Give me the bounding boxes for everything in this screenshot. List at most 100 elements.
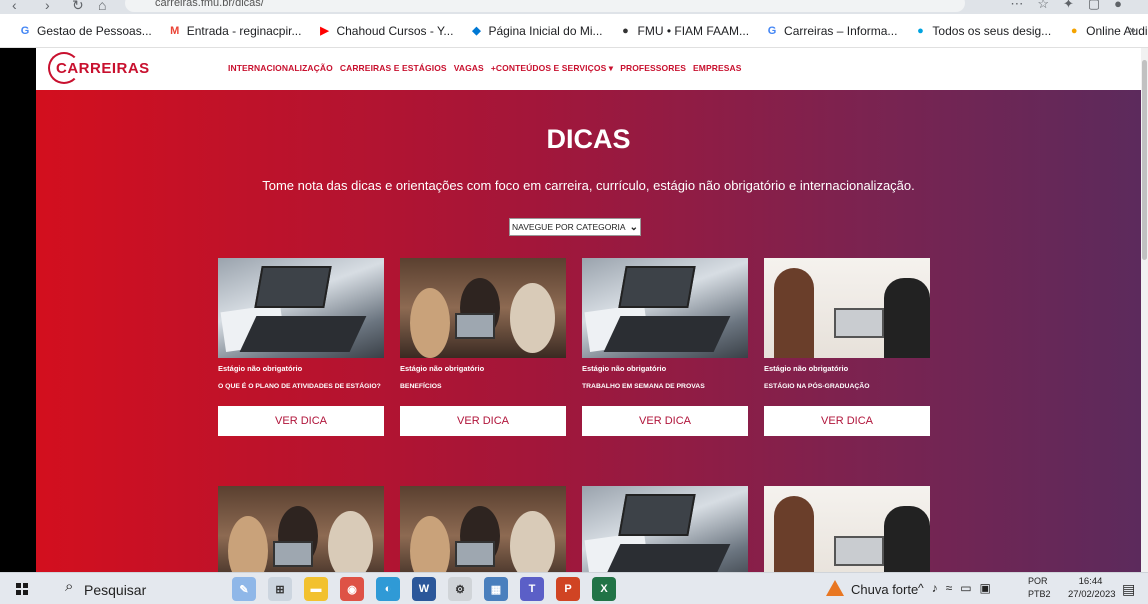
settings-gear-icon[interactable]: ⚙ (448, 577, 472, 601)
chrome-icon[interactable]: ◉ (340, 577, 364, 601)
card-image[interactable] (764, 258, 930, 358)
bookmark-label: Entrada - reginacpir... (186, 23, 302, 38)
dica-card (764, 486, 930, 572)
site-header: CARREIRAS INTERNACIONALIZAÇÃO CARREIRAS E… (36, 48, 1141, 90)
bookmark-favicon-icon: G (767, 24, 777, 37)
category-select-label: NAVEGUE POR CATEGORIA (512, 222, 626, 232)
page-scrollbar[interactable] (1141, 48, 1148, 572)
dica-card (582, 486, 748, 572)
card-image[interactable] (400, 486, 566, 572)
nav-link[interactable]: +CONTEÚDOS E SERVIÇOS ▾ (491, 63, 613, 74)
bookmark-label: FMU • FIAM FAAM... (637, 23, 750, 38)
reload-icon[interactable]: ↻ (72, 0, 84, 14)
card-title: BENEFÍCIOS (400, 383, 442, 390)
browser-toolbar: ‹ › ↻ ⌂ carreiras.fmu.br/dicas/ ⋯☆✦▢● (0, 0, 1148, 14)
card-title: O QUE É O PLANO DE ATIVIDADES DE ESTÁGIO… (218, 383, 381, 390)
card-image[interactable] (582, 258, 748, 358)
bookmark-label: Carreiras – Informa... (784, 23, 898, 38)
bookmark-favicon-icon: ● (917, 24, 924, 37)
card-title: ESTÁGIO NA PÓS-GRADUAÇÃO (764, 383, 870, 390)
taskbar-clock[interactable]: 16:44 27/02/2023 (1068, 575, 1116, 601)
taskbar-apps: ✎ ⊞ ▬ ◉ ◐ W ⚙ ▦ T P X (232, 577, 616, 601)
dicas-hero: DICAS Tome nota das dicas e orientações … (36, 90, 1141, 572)
bookmark-item[interactable]: ◆ Página Inicial do Mi... (469, 24, 602, 38)
card-category: Estágio não obrigatório (764, 364, 849, 373)
weather-label[interactable]: Chuva forte (851, 582, 918, 597)
file-explorer-icon[interactable]: ▬ (304, 577, 328, 601)
bookmark-favicon-icon: ● (622, 24, 629, 37)
site-logo[interactable]: CARREIRAS (48, 52, 149, 84)
calculator-icon[interactable]: ▦ (484, 577, 508, 601)
card-image[interactable] (400, 258, 566, 358)
lang-top: POR (1028, 576, 1048, 586)
weather-warning-icon[interactable] (826, 580, 844, 596)
powerpoint-icon[interactable]: P (556, 577, 580, 601)
nav-link[interactable]: INTERNACIONALIZAÇÃO (228, 63, 333, 74)
bookmarks-more-icon[interactable]: » (1129, 22, 1136, 37)
notification-icon[interactable]: ▤ (1122, 581, 1135, 598)
card-image[interactable] (582, 486, 748, 572)
nav-link[interactable]: CARREIRAS E ESTÁGIOS (340, 63, 447, 74)
logo-text: CARREIRAS (56, 60, 150, 77)
dica-card (218, 486, 384, 572)
ver-dica-button[interactable]: VER DICA (400, 406, 566, 436)
taskbar-search[interactable]: Pesquisar (84, 582, 146, 598)
bookmark-item[interactable]: M Entrada - reginacpir... (168, 23, 302, 38)
widgets-app-icon[interactable]: ✎ (232, 577, 256, 601)
bookmark-label: Online Audio Conv... (1086, 23, 1148, 38)
nav-link[interactable]: PROFESSORES (620, 63, 686, 74)
language-indicator[interactable]: POR PTB2 (1028, 575, 1051, 601)
search-icon[interactable]: ⌕ (65, 578, 73, 595)
dica-card: Estágio não obrigatório TRABALHO EM SEMAN… (582, 258, 748, 436)
browser-action-icons[interactable]: ⋯☆✦▢● (1010, 0, 1136, 12)
scrollbar-thumb[interactable] (1142, 60, 1147, 260)
dica-card: Estágio não obrigatório BENEFÍCIOS VER DIC… (400, 258, 566, 436)
lang-bottom: PTB2 (1028, 589, 1051, 599)
address-url: carreiras.fmu.br/dicas/ (155, 0, 264, 9)
bookmark-label: Todos os seus desig... (932, 23, 1052, 38)
card-image[interactable] (764, 486, 930, 572)
teams-icon[interactable]: T (520, 577, 544, 601)
card-title: TRABALHO EM SEMANA DE PROVAS (582, 383, 705, 390)
excel-icon[interactable]: X (592, 577, 616, 601)
page-subtitle: Tome nota das dicas e orientações com fo… (262, 178, 915, 193)
ver-dica-button[interactable]: VER DICA (582, 406, 748, 436)
bookmark-label: Gestao de Pessoas... (37, 23, 152, 38)
category-select[interactable]: NAVEGUE POR CATEGORIA ⌄ (509, 218, 641, 236)
clock-time: 16:44 (1078, 576, 1103, 587)
bookmarks-bar: G Gestao de Pessoas... M Entrada - reginacp… (0, 14, 1148, 48)
dica-card: Estágio não obrigatório O QUE É O PLANO D… (218, 258, 384, 436)
card-category: Estágio não obrigatório (582, 364, 667, 373)
card-category: Estágio não obrigatório (400, 364, 485, 373)
bookmark-item[interactable]: ▶ Chahoud Cursos - Y... (317, 24, 453, 38)
task-view-icon[interactable]: ⊞ (268, 577, 292, 601)
ver-dica-button[interactable]: VER DICA (764, 406, 930, 436)
dica-card (400, 486, 566, 572)
bookmark-label: Página Inicial do Mi... (488, 23, 603, 38)
address-bar[interactable]: carreiras.fmu.br/dicas/ (125, 0, 965, 12)
bookmark-item[interactable]: ● Todos os seus desig... (913, 24, 1051, 38)
forward-icon[interactable]: › (45, 0, 50, 13)
nav-link[interactable]: EMPRESAS (693, 63, 742, 74)
windows-start-icon[interactable] (16, 583, 28, 595)
system-tray-icons[interactable]: ^♪≈▭▣ (918, 581, 999, 595)
bookmark-favicon-icon: ◆ (472, 25, 481, 37)
card-image[interactable] (218, 258, 384, 358)
bookmark-item[interactable]: G Carreiras – Informa... (765, 23, 898, 38)
nav-link[interactable]: VAGAS (454, 63, 484, 74)
bookmark-item[interactable]: ● FMU • FIAM FAAM... (619, 23, 750, 38)
edge-icon[interactable]: ◐ (376, 577, 400, 601)
bookmark-item[interactable]: G Gestao de Pessoas... (18, 24, 152, 38)
bookmark-favicon-icon: G (20, 24, 30, 37)
main-nav: INTERNACIONALIZAÇÃO CARREIRAS E ESTÁGIOS V… (228, 63, 742, 74)
home-icon[interactable]: ⌂ (98, 0, 106, 13)
bookmark-favicon-icon: ▶ (320, 25, 329, 37)
back-icon[interactable]: ‹ (12, 0, 17, 13)
word-icon[interactable]: W (412, 577, 436, 601)
card-image[interactable] (218, 486, 384, 572)
bookmark-favicon-icon: ● (1070, 24, 1078, 37)
page-title: DICAS (546, 124, 631, 154)
bookmark-favicon-icon: M (170, 24, 180, 37)
windows-taskbar: ⌕ Pesquisar ✎ ⊞ ▬ ◉ ◐ W ⚙ ▦ T P X Chuva … (0, 572, 1148, 604)
ver-dica-button[interactable]: VER DICA (218, 406, 384, 436)
